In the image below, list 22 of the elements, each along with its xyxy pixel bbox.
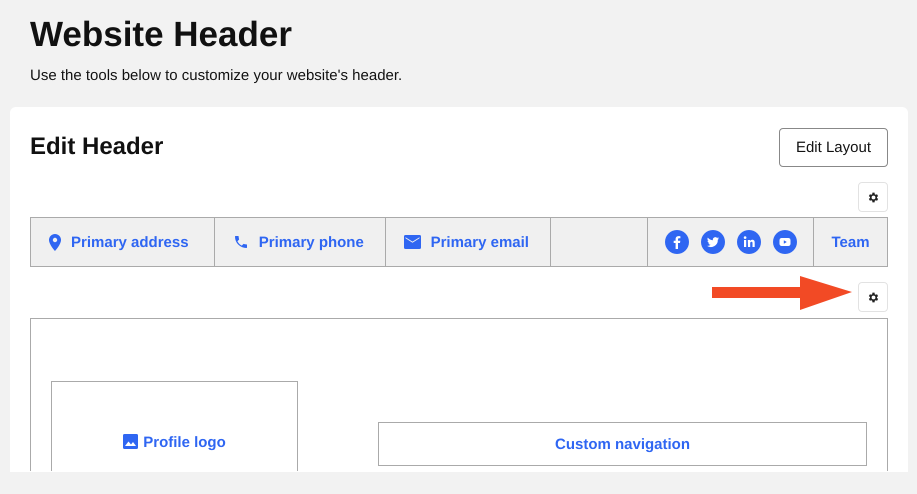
envelope-icon [404, 235, 421, 249]
facebook-icon[interactable] [664, 230, 689, 254]
edit-layout-button[interactable]: Edit Layout [778, 128, 888, 166]
team-link[interactable]: Team [832, 234, 870, 250]
image-icon [123, 434, 138, 449]
page-subtitle: Use the tools below to customize your website's header. [30, 66, 404, 86]
bird-icon[interactable] [700, 230, 725, 254]
location-pin-icon [49, 234, 61, 250]
address-link[interactable]: Primary address [71, 234, 189, 250]
settings-icon [866, 190, 880, 204]
navigation-placeholder[interactable]: Custom navigation [378, 422, 867, 466]
settings-icon [866, 290, 880, 304]
video-play-icon[interactable] [772, 230, 797, 254]
phone-link[interactable]: Primary phone [258, 234, 364, 250]
logo-label[interactable]: Profile logo [143, 434, 226, 451]
linkedin-icon[interactable] [736, 230, 761, 254]
settings-button[interactable] [858, 182, 888, 212]
phone-icon [232, 234, 249, 250]
page-title: Website Header [30, 14, 293, 56]
card-title: Edit Header [30, 132, 164, 162]
email-link[interactable]: Primary email [430, 234, 529, 250]
settings-button[interactable] [858, 282, 888, 312]
